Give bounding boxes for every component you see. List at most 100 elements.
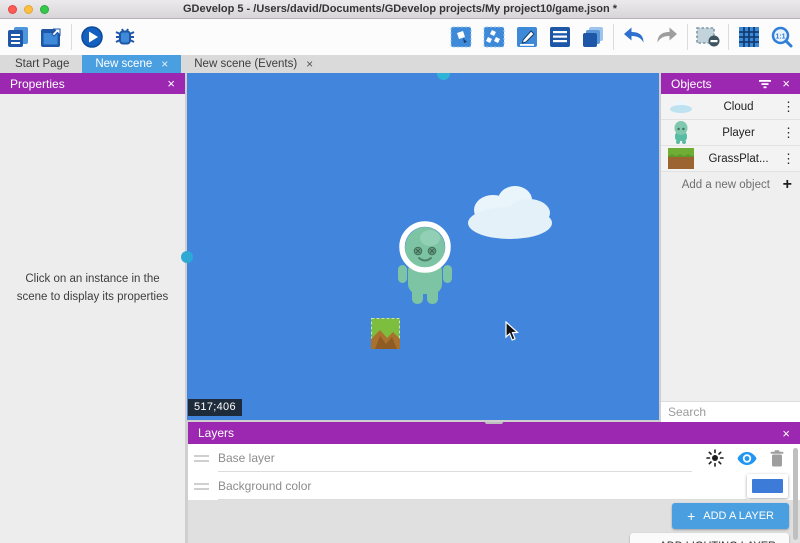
add-object-button[interactable]: Add a new object + xyxy=(661,172,800,197)
objects-search-bar xyxy=(661,401,800,422)
project-manager-button[interactable] xyxy=(5,24,31,50)
drag-handle-icon[interactable] xyxy=(194,455,209,462)
drag-handle-icon[interactable] xyxy=(194,483,209,490)
plus-icon: + xyxy=(643,539,651,543)
cloud-thumbnail-icon xyxy=(667,99,695,114)
toggle-grid-button[interactable] xyxy=(736,24,762,50)
cursor-coordinates-badge: 517;406 xyxy=(188,399,242,416)
toolbar: 1:1 xyxy=(0,19,800,55)
object-name: Cloud xyxy=(695,101,782,113)
undo-button[interactable] xyxy=(621,24,647,50)
tab-label: New scene xyxy=(95,58,152,70)
instances-list-icon xyxy=(548,25,572,49)
canvas-resize-handle-left[interactable] xyxy=(181,251,193,263)
open-objects-editor-button[interactable] xyxy=(448,24,474,50)
close-panel-icon[interactable]: × xyxy=(782,76,790,91)
layer-row-background-color[interactable]: Background color xyxy=(188,472,800,500)
mask-icon xyxy=(695,25,721,49)
layers-panel-title: Layers xyxy=(198,426,774,440)
preview-window-icon xyxy=(39,25,63,49)
svg-text:1:1: 1:1 xyxy=(775,34,785,41)
objects-panel-title: Objects xyxy=(671,77,758,91)
object-menu-icon[interactable]: ⋮ xyxy=(782,99,794,115)
background-color-swatch[interactable] xyxy=(752,479,783,493)
layer-visibility-eye-icon[interactable] xyxy=(737,451,757,466)
plus-icon: + xyxy=(783,176,792,194)
properties-panel: Properties × Click on an instance in the… xyxy=(0,73,185,543)
open-object-groups-editor-button[interactable] xyxy=(481,24,507,50)
properties-panel-header: Properties × xyxy=(0,73,185,94)
play-preview-button[interactable] xyxy=(79,24,105,50)
close-tab-icon[interactable]: × xyxy=(161,58,168,70)
debug-button[interactable] xyxy=(112,24,138,50)
toolbar-separator xyxy=(728,24,729,50)
objects-panel-empty-space xyxy=(661,197,800,401)
tab-start-page[interactable]: Start Page xyxy=(2,55,82,73)
toolbar-separator xyxy=(687,24,688,50)
play-icon xyxy=(80,25,104,49)
toggle-mask-button[interactable] xyxy=(695,24,721,50)
layer-effects-icon[interactable] xyxy=(706,449,724,467)
layer-row-base[interactable]: Base layer xyxy=(188,444,800,472)
add-lighting-layer-button[interactable]: + ADD LIGHTING LAYER xyxy=(630,533,789,543)
object-row-grassplatform[interactable]: GrassPlat... ⋮ xyxy=(661,146,800,172)
grid-icon xyxy=(737,25,761,49)
objects-editor-icon xyxy=(449,25,473,49)
preview-window-button[interactable] xyxy=(38,24,64,50)
object-name: Player xyxy=(695,127,782,139)
search-input[interactable] xyxy=(668,405,800,419)
open-layers-editor-button[interactable] xyxy=(580,24,606,50)
properties-empty-message: Click on an instance in the scene to dis… xyxy=(0,94,185,543)
object-menu-icon[interactable]: ⋮ xyxy=(782,151,794,167)
tab-new-scene-events[interactable]: New scene (Events) × xyxy=(181,55,326,73)
tab-label: Start Page xyxy=(15,58,69,70)
layers-stack-icon xyxy=(581,25,605,49)
zoom-button[interactable]: 1:1 xyxy=(769,24,795,50)
properties-panel-title: Properties xyxy=(10,77,159,91)
project-manager-icon xyxy=(6,25,30,49)
object-menu-icon[interactable]: ⋮ xyxy=(782,125,794,141)
layers-panel-footer: + ADD A LAYER + ADD LIGHTING LAYER xyxy=(188,500,800,543)
close-tab-icon[interactable]: × xyxy=(306,58,313,70)
layer-name-field[interactable]: Background color xyxy=(218,472,747,500)
layers-panel-drag-handle[interactable] xyxy=(485,422,503,424)
close-panel-icon[interactable]: × xyxy=(167,76,175,91)
objects-panel: Objects × Cloud ⋮ Player ⋮ GrassPlat... xyxy=(661,73,800,422)
background-color-picker[interactable] xyxy=(747,474,788,498)
debug-bug-icon xyxy=(113,25,137,49)
add-layer-button[interactable]: + ADD A LAYER xyxy=(672,503,789,529)
main-area: Properties × Click on an instance in the… xyxy=(0,73,800,543)
toolbar-separator xyxy=(613,24,614,50)
add-object-label: Add a new object xyxy=(669,179,783,191)
grass-platform-instance[interactable] xyxy=(371,318,400,354)
plus-icon: + xyxy=(687,509,695,523)
object-groups-icon xyxy=(482,25,506,49)
redo-button[interactable] xyxy=(654,24,680,50)
titlebar: GDevelop 5 - /Users/david/Documents/GDev… xyxy=(0,0,800,19)
filter-icon[interactable] xyxy=(758,78,772,90)
layers-scrollbar[interactable] xyxy=(793,448,798,540)
scene-canvas[interactable]: 517;406 xyxy=(187,73,659,420)
object-row-cloud[interactable]: Cloud ⋮ xyxy=(661,94,800,120)
mouse-cursor-icon xyxy=(505,321,520,347)
grass-platform-thumbnail-icon xyxy=(667,148,695,169)
tab-label: New scene (Events) xyxy=(194,58,297,70)
undo-icon xyxy=(622,25,646,49)
layers-panel: Layers × Base layer Background color xyxy=(188,422,800,543)
open-scene-properties-button[interactable] xyxy=(514,24,540,50)
edit-pencil-icon xyxy=(515,25,539,49)
layer-name-field[interactable]: Base layer xyxy=(218,444,692,472)
zoom-1-1-icon: 1:1 xyxy=(770,25,794,49)
object-row-player[interactable]: Player ⋮ xyxy=(661,120,800,146)
add-layer-label: ADD A LAYER xyxy=(703,510,774,522)
open-instances-list-button[interactable] xyxy=(547,24,573,50)
toolbar-separator xyxy=(71,24,72,50)
layers-panel-header: Layers × xyxy=(188,422,800,444)
tab-new-scene[interactable]: New scene × xyxy=(82,55,181,73)
close-panel-icon[interactable]: × xyxy=(782,426,790,441)
cloud-instance[interactable] xyxy=(465,183,557,246)
player-instance[interactable] xyxy=(397,221,453,312)
object-name: GrassPlat... xyxy=(695,153,782,165)
tab-bar: Start Page New scene × New scene (Events… xyxy=(0,55,800,73)
layer-delete-trash-icon[interactable] xyxy=(770,450,784,467)
